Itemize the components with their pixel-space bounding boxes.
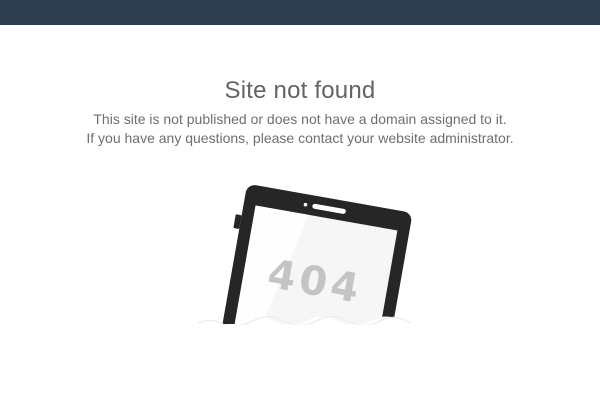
message-line-1: This site is not published or does not h… (93, 111, 507, 127)
main-content: Site not found This site is not publishe… (0, 25, 600, 400)
top-bar (0, 0, 600, 25)
tablet-404-illustration: 404 (190, 175, 420, 360)
tablet-sinking-404-icon: 404 (190, 185, 420, 360)
page-title: Site not found (224, 77, 376, 104)
message-line-2: If you have any questions, please contac… (86, 130, 514, 146)
